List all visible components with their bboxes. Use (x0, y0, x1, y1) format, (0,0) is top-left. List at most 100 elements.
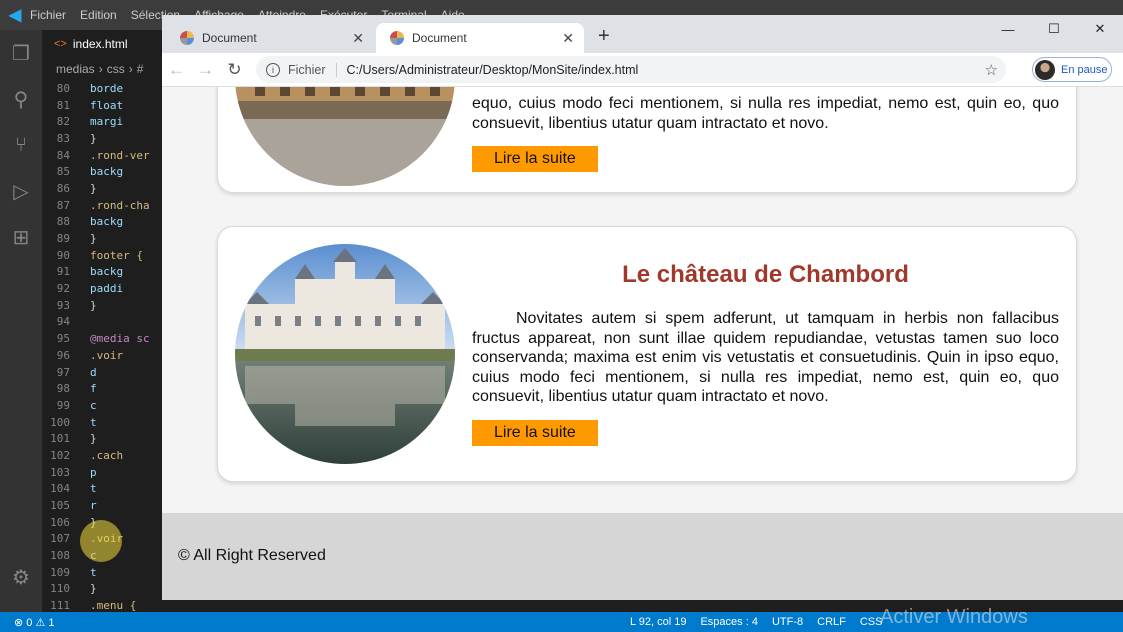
line-number: 104 (50, 482, 70, 496)
code-line[interactable]: 94 (42, 314, 162, 331)
tab-label: index.html (72, 37, 128, 51)
close-tab-icon[interactable]: ✕ (562, 30, 574, 47)
extensions-icon[interactable]: ⊞ (0, 214, 42, 260)
code-line[interactable]: 92 paddi (42, 280, 162, 297)
card-title: Le château de Chambord (622, 261, 909, 288)
browser-tab[interactable]: Document ✕ (166, 23, 374, 53)
line-number: 109 (50, 565, 70, 579)
code-line[interactable]: 81 float (42, 97, 162, 114)
code-text: footer { (90, 248, 143, 262)
code-text: margi (90, 115, 124, 129)
url-text[interactable]: C:/Users/Administrateur/Desktop/MonSite/… (347, 63, 639, 77)
code-line[interactable]: 83} (42, 130, 162, 147)
close-tab-icon[interactable]: ✕ (352, 30, 364, 47)
gear-icon[interactable]: ⚙ (0, 554, 42, 600)
code-line[interactable]: 105 r (42, 497, 162, 514)
code-line[interactable]: 97 d (42, 364, 162, 381)
code-text: r (90, 499, 97, 513)
page-viewport[interactable]: equo, cuius modo feci mentionem, si null… (162, 87, 1123, 600)
code-line[interactable]: 100 t (42, 414, 162, 431)
line-number: 90 (56, 248, 70, 262)
code-line[interactable]: 104 t (42, 481, 162, 498)
code-line[interactable]: 103 p (42, 464, 162, 481)
profile-label: En pause (1061, 63, 1108, 76)
source-control-icon[interactable]: ⑂ (0, 122, 42, 168)
profile-button[interactable]: En pause (1032, 57, 1112, 82)
code-line[interactable]: 88 backg (42, 214, 162, 231)
code-line[interactable]: 84 .rond-ver (42, 147, 162, 164)
line-number: 98 (56, 382, 70, 396)
tab-title: Document (412, 31, 467, 45)
code-line[interactable]: 87 .rond-cha (42, 197, 162, 214)
code-line[interactable]: 90 footer { (42, 247, 162, 264)
line-number: 83 (56, 131, 70, 145)
reload-icon[interactable]: ↻ (220, 60, 249, 80)
line-ending[interactable]: CRLF (817, 616, 846, 628)
line-number: 92 (56, 282, 70, 296)
code-line[interactable]: 96 .voir (42, 347, 162, 364)
editor-tabs: <> index.html (42, 30, 162, 58)
forward-icon[interactable]: → (191, 60, 220, 80)
line-number: 108 (50, 549, 70, 563)
minimize-button[interactable]: — (985, 15, 1031, 43)
menu-item[interactable]: Edition (80, 8, 117, 22)
code-line[interactable]: 91 backg (42, 264, 162, 281)
line-number: 105 (50, 499, 70, 513)
bookmark-star-icon[interactable]: ☆ (985, 61, 998, 79)
code-line[interactable]: 95 @media sc (42, 330, 162, 347)
article-card: equo, cuius modo feci mentionem, si null… (217, 87, 1077, 193)
code-line[interactable]: 85 backg (42, 163, 162, 180)
read-more-button[interactable]: Lire la suite (472, 146, 598, 172)
code-line[interactable]: 109 t (42, 564, 162, 581)
line-number: 86 (56, 181, 70, 195)
tab-index-html[interactable]: <> index.html (42, 30, 162, 58)
cursor-position[interactable]: L 92, col 19 (630, 616, 686, 628)
code-line[interactable]: 110} (42, 581, 162, 598)
activity-bar: ❐ ⚲ ⑂ ▷ ⊞ ⚙ (0, 30, 42, 612)
menu-item[interactable]: Fichier (30, 8, 66, 22)
code-text: } (90, 232, 97, 246)
breadcrumb-item[interactable]: medias (56, 62, 95, 76)
breadcrumb-item[interactable]: css (107, 62, 125, 76)
encoding[interactable]: UTF-8 (772, 616, 803, 628)
address-bar[interactable]: i Fichier C:/Users/Administrateur/Deskto… (256, 56, 1006, 83)
line-number: 97 (56, 365, 70, 379)
info-icon[interactable]: i (266, 62, 280, 77)
line-number: 106 (50, 515, 70, 529)
maximize-button[interactable]: ☐ (1031, 15, 1077, 43)
breadcrumb-item[interactable]: # (137, 62, 144, 76)
close-window-button[interactable]: ✕ (1077, 15, 1123, 43)
article-card-chambord: Le château de Chambord Novitates autem s… (217, 226, 1077, 482)
code-line[interactable]: 102 .cach (42, 447, 162, 464)
scheme-label: Fichier (288, 62, 337, 77)
code-line[interactable]: 99 c (42, 397, 162, 414)
line-number: 94 (56, 315, 70, 329)
browser-tabbar: Document ✕ Document ✕ + — ☐ ✕ (162, 15, 1123, 53)
copyright-text: © All Right Reserved (178, 547, 326, 564)
browser-tab-active[interactable]: Document ✕ (376, 23, 584, 53)
code-text: t (90, 415, 97, 429)
line-number: 84 (56, 148, 70, 162)
line-number: 102 (50, 448, 70, 462)
indentation[interactable]: Espaces : 4 (700, 616, 757, 628)
new-tab-button[interactable]: + (598, 25, 610, 48)
code-line[interactable]: 93} (42, 297, 162, 314)
code-line[interactable]: 101} (42, 430, 162, 447)
browser-window: Document ✕ Document ✕ + — ☐ ✕ ← → ↻ i Fi… (162, 15, 1123, 600)
line-number: 103 (50, 465, 70, 479)
line-number: 95 (56, 332, 70, 346)
mouse-cursor-highlight (80, 520, 122, 562)
read-more-button[interactable]: Lire la suite (472, 419, 598, 446)
code-line[interactable]: 98 f (42, 380, 162, 397)
code-line[interactable]: 80 borde (42, 80, 162, 97)
code-line[interactable]: 89} (42, 230, 162, 247)
back-icon[interactable]: ← (162, 60, 191, 80)
code-text: .rond-cha (90, 198, 150, 212)
explorer-icon[interactable]: ❐ (0, 30, 42, 76)
problems-indicator[interactable]: ⊗ 0 ⚠ 1 (14, 616, 54, 629)
code-line[interactable]: 82 margi (42, 113, 162, 130)
code-line[interactable]: 86} (42, 180, 162, 197)
chateau-photo (235, 87, 455, 186)
run-debug-icon[interactable]: ▷ (0, 168, 42, 214)
search-icon[interactable]: ⚲ (0, 76, 42, 122)
